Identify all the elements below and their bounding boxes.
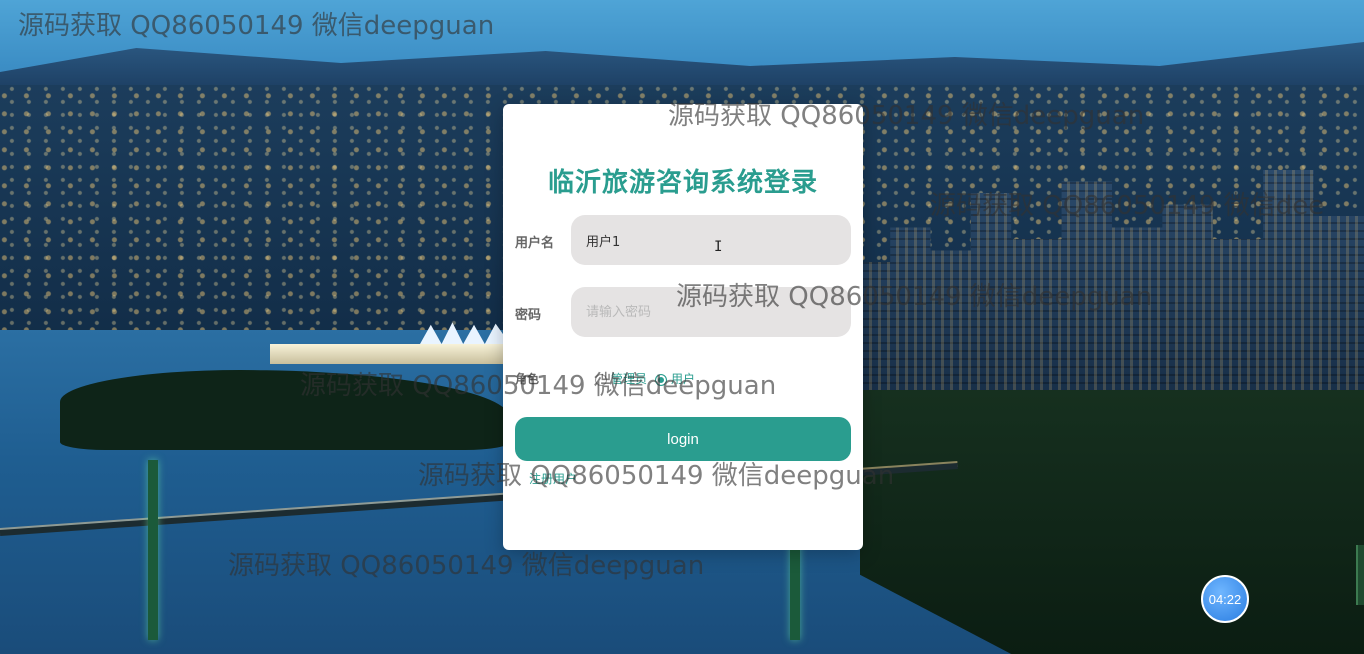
password-label: 密码	[515, 307, 542, 322]
login-button[interactable]: login	[515, 417, 851, 461]
role-option-admin-label: 管理员	[611, 372, 648, 386]
bridge-pylon-left	[148, 460, 158, 640]
role-option-admin[interactable]: 管理员	[595, 370, 647, 387]
role-option-user-label: 用户	[671, 372, 696, 386]
register-link[interactable]: 注册用户	[529, 470, 577, 487]
edge-widget	[1356, 545, 1364, 605]
username-label: 用户名	[515, 235, 555, 250]
role-selector: 角色 管理员 用户	[515, 370, 845, 390]
radio-user-icon[interactable]	[655, 373, 667, 386]
login-title: 临沂旅游咨询系统登录	[547, 168, 818, 198]
password-input[interactable]	[571, 287, 851, 337]
ibeam-cursor-icon: I	[714, 239, 723, 255]
username-input[interactable]	[571, 215, 851, 265]
role-label: 角色	[515, 372, 540, 386]
radio-admin-icon[interactable]	[595, 373, 607, 386]
role-option-user[interactable]: 用户	[655, 370, 695, 387]
timer-badge[interactable]: 04:22	[1201, 575, 1249, 623]
pier	[270, 344, 510, 364]
login-card: 临沂旅游咨询系统登录 用户名 I 密码 角色 管理员 用户 login 注册用户	[503, 104, 863, 550]
